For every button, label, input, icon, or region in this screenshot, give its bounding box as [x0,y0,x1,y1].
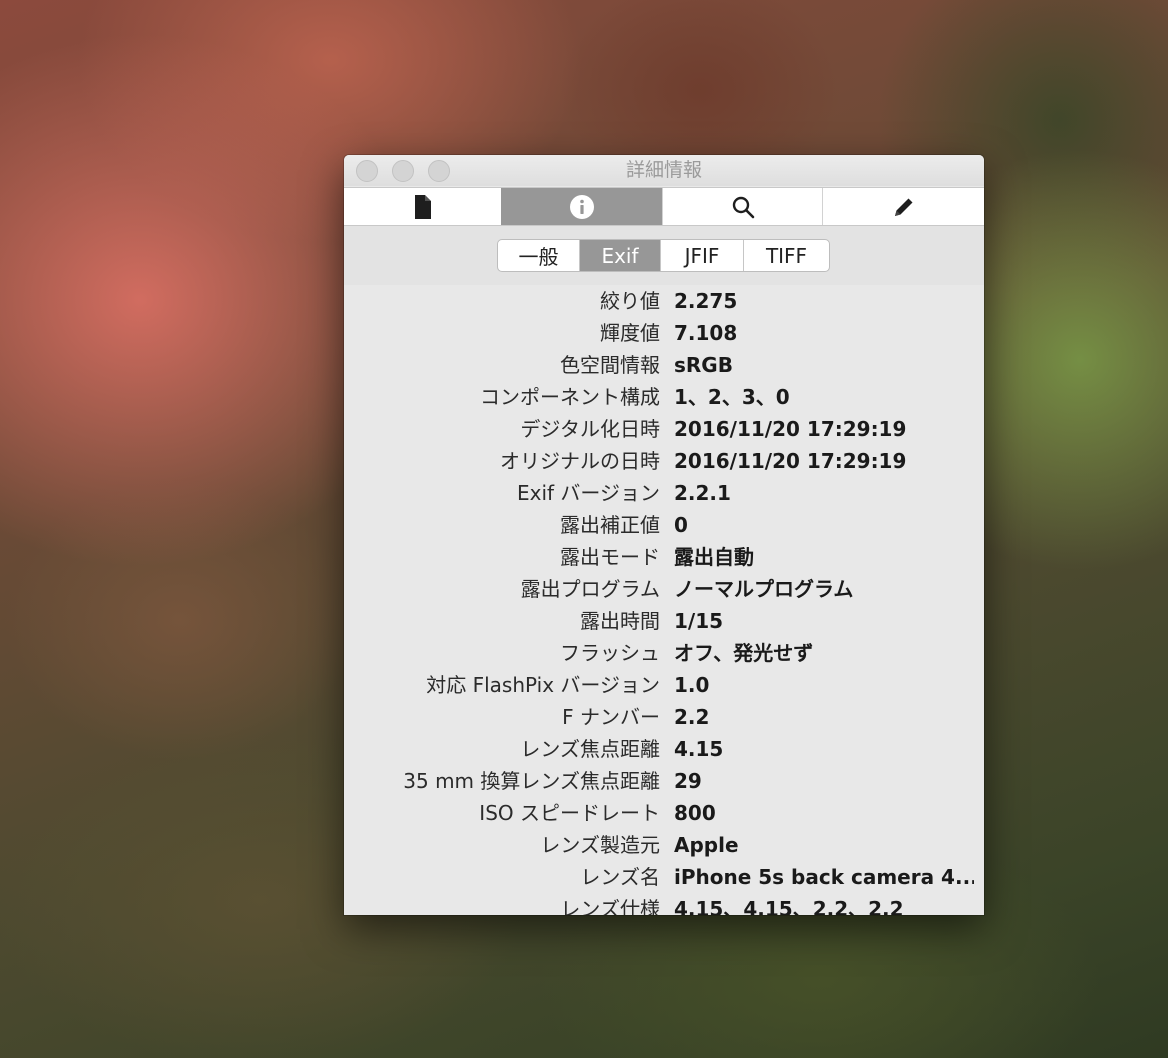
property-value: 2.2.1 [674,481,731,505]
property-label: 露出モード [560,545,660,569]
property-value: 29 [674,769,702,793]
property-row: 色空間情報 sRGB [344,349,984,381]
document-icon [414,194,431,219]
property-label: オリジナルの日時 [500,449,660,473]
property-value: 1、2、3、0 [674,385,790,409]
metadata-tabs: 一般 Exif JFIF TIFF [497,239,830,272]
tab-search[interactable] [662,188,822,225]
property-label: F ナンバー [562,705,660,729]
property-row: レンズ焦点距離 4.15 [344,733,984,765]
property-label: レンズ名 [580,865,660,889]
property-row: ISO スピードレート 800 [344,797,984,829]
property-label: Exif バージョン [516,481,660,505]
property-value: オフ、発光せず [674,641,814,665]
property-label: ISO スピードレート [479,801,660,825]
property-value: 1.0 [674,673,710,697]
tab-jfif[interactable]: JFIF [660,240,743,271]
property-value: 800 [674,801,716,825]
property-value: iPhone 5s back camera 4... [674,865,974,889]
property-row: 露出時間 1/15 [344,605,984,637]
tab-exif[interactable]: Exif [579,240,660,271]
property-row: F ナンバー 2.2 [344,701,984,733]
inspector-window: 詳細情報 一般 Exif JFIF TIFF 絞り値 2.275 輝度値 7.1… [344,155,984,915]
property-value: 露出自動 [674,545,754,569]
property-value: Apple [674,833,739,857]
title-bar[interactable]: 詳細情報 [344,155,984,186]
property-label: 露出時間 [580,609,660,633]
property-label: 輝度値 [600,321,660,345]
property-row: 露出補正値 0 [344,509,984,541]
subtabs-area: 一般 Exif JFIF TIFF [344,226,984,285]
property-row: レンズ仕様 4.15、4.15、2.2、2.2 [344,893,984,915]
property-row: フラッシュ オフ、発光せず [344,637,984,669]
property-row: 輝度値 7.108 [344,317,984,349]
property-row: デジタル化日時 2016/11/20 17:29:19 [344,413,984,445]
property-label: フラッシュ [560,641,660,665]
property-label: 色空間情報 [560,353,660,377]
property-label: コンポーネント構成 [480,385,660,409]
property-row: 絞り値 2.275 [344,285,984,317]
property-row: 35 mm 換算レンズ焦点距離 29 [344,765,984,797]
property-label: 露出補正値 [560,513,660,537]
tab-edit[interactable] [822,188,984,225]
property-value: 4.15、4.15、2.2、2.2 [674,897,904,915]
property-label: レンズ焦点距離 [520,737,660,761]
info-icon [569,194,594,219]
property-value: 7.108 [674,321,738,345]
property-row: レンズ製造元 Apple [344,829,984,861]
property-row: 露出プログラム ノーマルプログラム [344,573,984,605]
search-icon [732,196,754,218]
window-title: 詳細情報 [625,159,702,181]
property-label: レンズ製造元 [540,833,660,857]
property-value: 2016/11/20 17:29:19 [674,449,907,473]
property-value: 1/15 [674,609,724,633]
property-value: sRGB [674,353,733,377]
tab-general-info[interactable] [344,188,501,225]
property-value: 4.15 [674,737,724,761]
property-value: 2.275 [674,289,738,313]
property-row: 対応 FlashPix バージョン 1.0 [344,669,984,701]
property-row: 露出モード 露出自動 [344,541,984,573]
property-row: レンズ名 iPhone 5s back camera 4... [344,861,984,893]
property-value: 0 [674,513,688,537]
property-label: 35 mm 換算レンズ焦点距離 [403,769,660,793]
pencil-icon [894,198,912,216]
property-value: 2.2 [674,705,710,729]
property-label: 露出プログラム [520,577,660,601]
property-label: 絞り値 [600,289,660,313]
property-value: 2016/11/20 17:29:19 [674,417,907,441]
inspector-toolbar [344,187,984,226]
exif-property-list[interactable]: 絞り値 2.275 輝度値 7.108 色空間情報 sRGB コンポーネント構成… [344,285,984,915]
tab-tiff[interactable]: TIFF [743,240,829,271]
property-label: デジタル化日時 [520,417,660,441]
property-row: コンポーネント構成 1、2、3、0 [344,381,984,413]
property-value: ノーマルプログラム [674,577,854,601]
property-label: レンズ仕様 [560,897,660,915]
property-label: 対応 FlashPix バージョン [426,673,660,697]
property-row: オリジナルの日時 2016/11/20 17:29:19 [344,445,984,477]
property-row: Exif バージョン 2.2.1 [344,477,984,509]
tab-general[interactable]: 一般 [498,240,579,271]
tab-more-info[interactable] [501,188,662,225]
